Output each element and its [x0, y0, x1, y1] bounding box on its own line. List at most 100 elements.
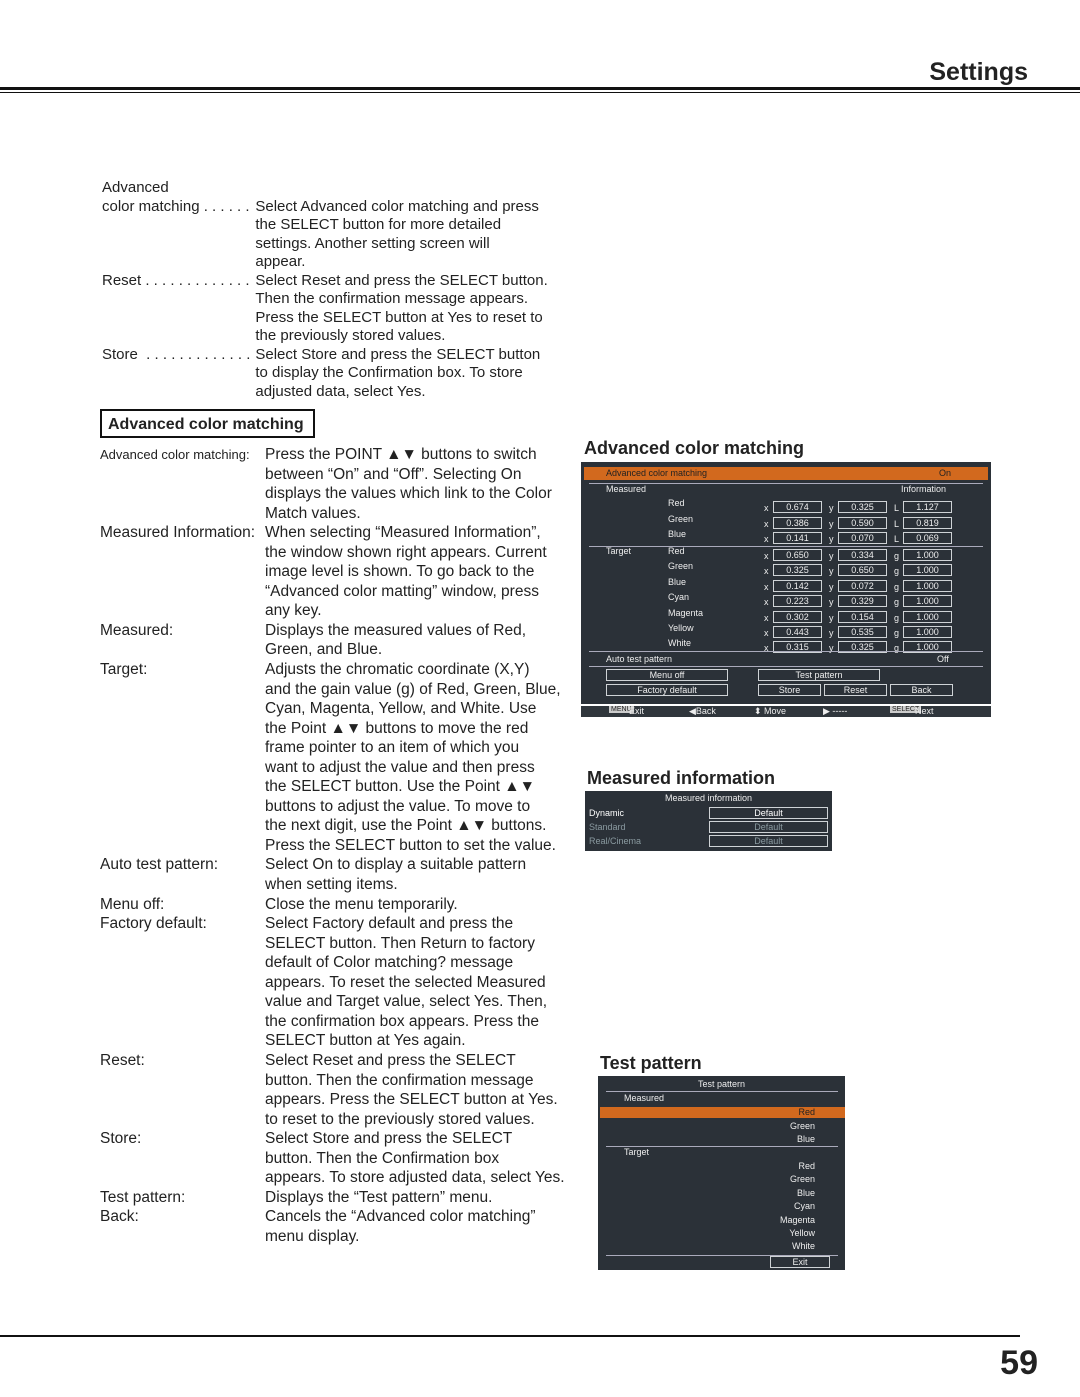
- k-label: L: [894, 503, 900, 513]
- tp-target-item[interactable]: Green: [790, 1174, 815, 1184]
- desc-line: Cyan, Magenta, Yellow, and White. Use: [265, 700, 537, 718]
- definition-desc: Adjusts the chromatic coordinate (X,Y) an…: [265, 660, 575, 855]
- y-value: 0.329: [838, 595, 887, 608]
- definition-row: Menu off: Close the menu temporarily.: [100, 895, 580, 915]
- page-number: 59: [1000, 1344, 1038, 1382]
- tp-target-item[interactable]: White: [792, 1241, 815, 1251]
- desc-line: Displays the measured values of Red,: [265, 621, 527, 639]
- tp-target-label: Target: [624, 1147, 650, 1157]
- l-value: 1.127: [903, 501, 952, 513]
- desc-line: button. Then the confirmation message: [265, 1071, 534, 1089]
- desc-line: appears. Press the SELECT button at Yes.: [265, 1091, 558, 1109]
- y-value: 0.070: [838, 532, 887, 544]
- definition-desc: Select Advanced color matching and press…: [255, 198, 572, 272]
- l-value: 1.000: [903, 610, 952, 623]
- target-label: Target: [606, 546, 632, 556]
- tp-target-item[interactable]: Blue: [797, 1188, 815, 1198]
- color-name: Magenta: [668, 607, 704, 618]
- desc-line: and the gain value (g) of Red, Green, Bl…: [265, 680, 561, 698]
- x-value: 0.302: [773, 610, 822, 623]
- test-pattern-button[interactable]: Test pattern: [758, 669, 880, 681]
- mi-title: Measured information: [664, 793, 753, 803]
- tp-target-item[interactable]: Yellow: [789, 1228, 815, 1238]
- menu-off-button[interactable]: Menu off: [606, 669, 728, 681]
- tp-target-item[interactable]: Cyan: [794, 1201, 815, 1211]
- color-name: Cyan: [668, 592, 690, 603]
- desc-line: Green, and Blue.: [265, 641, 383, 659]
- desc-line: to reset to the previously stored values…: [265, 1110, 535, 1128]
- mi-panel: Measured information Dynamic Default Standa…: [585, 791, 832, 851]
- tp-measured-item[interactable]: Blue: [797, 1134, 815, 1144]
- header-rule-thin: [0, 92, 1080, 93]
- tp-exit-button[interactable]: Exit: [770, 1256, 830, 1268]
- definition-row: Back: Cancels the “Advanced color matchin…: [100, 1207, 580, 1246]
- desc-line: image level is shown. To go back to the: [265, 563, 535, 581]
- x-label: x: [764, 551, 769, 561]
- tp-heading: Test pattern: [600, 1053, 702, 1073]
- desc-line: value and Target value, select Yes. Then…: [265, 993, 548, 1011]
- footer-rule: [0, 1335, 1020, 1337]
- desc-line: Press the POINT ▲▼ buttons to switch: [265, 446, 537, 463]
- definition-term: Factory default:: [100, 915, 207, 933]
- tp-target-item[interactable]: Red: [798, 1161, 815, 1171]
- desc-line: SELECT button at Yes again.: [265, 1032, 466, 1050]
- y-label: y: [829, 566, 834, 577]
- mi-row-value[interactable]: Default: [709, 807, 828, 819]
- x-label: x: [764, 628, 769, 638]
- color-name: Blue: [668, 529, 687, 539]
- definition-desc: Displays the measured values of Red, Gree…: [265, 621, 575, 660]
- color-name: White: [668, 638, 692, 649]
- k-label: g: [894, 612, 900, 623]
- store-button[interactable]: Store: [758, 684, 821, 696]
- desc-line: appears. To reset the selected Measured: [265, 973, 546, 991]
- definition-row: Measured: Displays the measured values of…: [100, 621, 580, 660]
- definitions: Advanced color matching: Press the POINT …: [100, 445, 580, 1246]
- definition-term: Auto test pattern:: [100, 856, 219, 874]
- mi-row-value[interactable]: Default: [709, 835, 828, 847]
- definition-term: Measured:: [100, 621, 174, 639]
- color-name: Blue: [668, 576, 687, 587]
- mi-row-value[interactable]: Default: [709, 821, 828, 833]
- x-value: 0.141: [773, 532, 822, 544]
- l-value: 1.000: [903, 595, 952, 608]
- k-label: g: [894, 597, 900, 608]
- definition-row: Auto test pattern: Select On to display a…: [100, 855, 580, 894]
- desc-line: any key.: [265, 602, 322, 620]
- x-label: x: [764, 566, 769, 577]
- desc-line: Displays the “Test pattern” menu.: [265, 1188, 493, 1206]
- color-name: Red: [668, 498, 685, 508]
- desc-line: Press the SELECT button to set the value…: [265, 836, 556, 854]
- page-header-title: Settings: [929, 58, 1028, 86]
- tp-measured-item[interactable]: Green: [790, 1121, 815, 1131]
- k-label: g: [894, 628, 900, 638]
- desc-line: want to adjust the value and then press: [265, 758, 535, 776]
- desc-line: the window shown right appears. Current: [265, 543, 547, 561]
- definition-desc: Close the menu temporarily.: [265, 895, 575, 915]
- desc-line: the next digit, use the Point ▲▼ buttons…: [265, 817, 547, 835]
- factory-default-button[interactable]: Factory default: [606, 684, 728, 696]
- tp-target-item[interactable]: Magenta: [780, 1215, 815, 1225]
- definition-row: color matching . . . . . . Select Advance…: [102, 198, 572, 272]
- desc-line: displays the values which link to the Co…: [265, 485, 552, 503]
- definition-desc: Select Factory default and press the SELE…: [265, 914, 575, 1051]
- y-label: y: [829, 581, 834, 592]
- desc-line: appear.: [255, 253, 306, 270]
- desc-line: Select Reset and press the SELECT: [265, 1051, 516, 1069]
- tp-measured-item[interactable]: Red: [798, 1107, 815, 1117]
- tp-title: Test pattern: [697, 1079, 746, 1089]
- color-name: Green: [668, 513, 694, 524]
- mi-row-label: Real/Cinema: [589, 836, 642, 846]
- l-value: 1.000: [903, 626, 952, 638]
- definition-row: Reset . . . . . . . . . . . . . Select Re…: [102, 272, 572, 346]
- desc-line: [255, 179, 572, 198]
- color-name: Yellow: [668, 623, 694, 633]
- desc-line: Cancels the “Advanced color matching”: [265, 1208, 536, 1226]
- tp-measured-label: Measured: [624, 1093, 665, 1103]
- desc-line: frame pointer to an item of which you: [265, 739, 520, 757]
- color-name: Red: [668, 546, 685, 556]
- desc-line: Select Store and press the SELECT: [265, 1130, 513, 1148]
- reset-button[interactable]: Reset: [824, 684, 887, 696]
- back-button[interactable]: Back: [890, 684, 953, 696]
- k-label: g: [894, 551, 900, 561]
- mi-row-label: Standard: [589, 822, 626, 832]
